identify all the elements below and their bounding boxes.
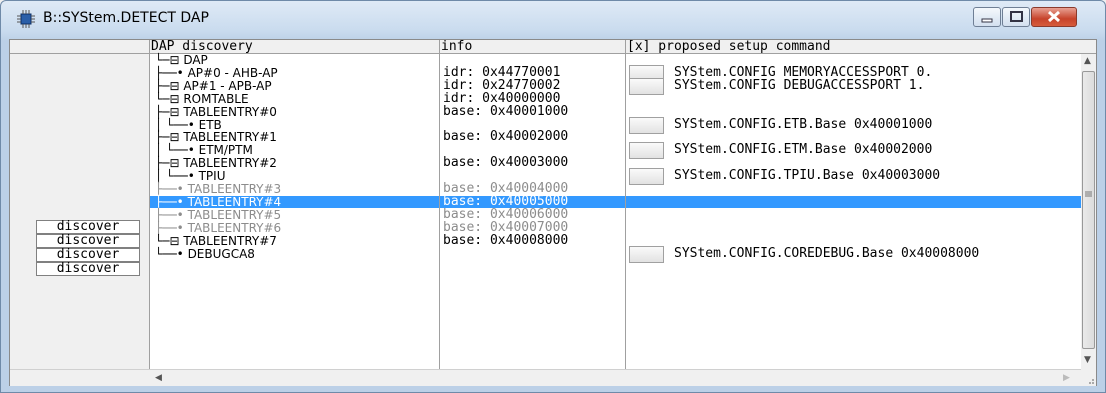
tree-row[interactable]: ├──• TABLEENTRY#5 base: 0x40006000: [149, 208, 1081, 221]
tree-row[interactable]: ├─⊟ TABLEENTRY#1 base: 0x40002000: [149, 129, 1081, 144]
scroll-up-icon[interactable]: ▲: [1084, 57, 1091, 66]
info-cell: base: 0x40003000: [443, 155, 569, 170]
discover-button[interactable]: discover: [36, 248, 140, 262]
vertical-scrollbar[interactable]: ▲ ▼: [1081, 54, 1096, 369]
scroll-down-icon[interactable]: ▼: [1084, 356, 1091, 365]
proposed-command: SYStem.CONFIG.COREDEBUG.Base 0x40008000: [674, 246, 980, 261]
tree-row[interactable]: └──• DEBUGCA8 SYStem.CONFIG.COREDEBUG.Bas…: [149, 246, 1081, 263]
tree-node-label[interactable]: ├─⊟ TABLEENTRY#0: [155, 106, 277, 118]
resize-grip-icon: [1089, 379, 1094, 384]
header-proposed-command[interactable]: [x] proposed setup command: [625, 40, 1081, 54]
minimize-button[interactable]: [973, 7, 1001, 27]
title-bar[interactable]: B::SYStem.DETECT DAP: [1, 1, 1105, 39]
header-info[interactable]: info: [439, 40, 625, 54]
tree-row[interactable]: └─⊟ DAP: [149, 54, 1081, 66]
info-cell: base: 0x40002000: [443, 129, 569, 144]
tree-row[interactable]: ├─⊟ TABLEENTRY#2 base: 0x40003000: [149, 155, 1081, 170]
tree-node-label[interactable]: └─⊟ TABLEENTRY#7: [155, 235, 277, 247]
tree-row[interactable]: ├─⊟ AP#1 - APB-AP idr: 0x24770002 SYStem.C…: [149, 78, 1081, 95]
proposed-command: SYStem.CONFIG DEBUGACCESSPORT 1.: [674, 78, 925, 93]
column-divider: [625, 40, 626, 369]
tree-node-label[interactable]: │ └──• ETM/PTM: [155, 144, 253, 156]
close-icon: [1047, 10, 1061, 23]
column-divider: [149, 40, 150, 369]
discover-panel: discover discover discover discover: [10, 54, 149, 369]
tree-row[interactable]: ├──• AP#0 - AHB-AP idr: 0x44770001 SYStem.…: [149, 65, 1081, 82]
tree-row[interactable]: ├──• TABLEENTRY#3 base: 0x40004000: [149, 182, 1081, 195]
scroll-left-icon[interactable]: ◀: [155, 374, 162, 383]
chip-icon: [17, 10, 35, 28]
minimize-icon: [981, 18, 993, 23]
tree-row[interactable]: │ └──• ETB SYStem.CONFIG.ETB.Base 0x40001…: [149, 117, 1081, 134]
tree-node-label[interactable]: ├──• TABLEENTRY#4: [155, 196, 281, 208]
maximize-button[interactable]: [1002, 7, 1030, 27]
proposed-command: SYStem.CONFIG.ETM.Base 0x40002000: [674, 142, 933, 157]
tree-node-label[interactable]: └─⊟ DAP: [155, 54, 208, 66]
resize-grip[interactable]: [1081, 369, 1096, 386]
discover-button[interactable]: discover: [36, 234, 140, 248]
column-divider: [439, 40, 440, 369]
tree-node-label[interactable]: ├──• TABLEENTRY#6: [155, 222, 281, 234]
info-cell: base: 0x40008000: [443, 233, 569, 248]
tree-node-label[interactable]: ├─⊟ TABLEENTRY#1: [155, 131, 277, 143]
proposed-command: SYStem.CONFIG.ETB.Base 0x40001000: [674, 117, 933, 132]
tree-node-label[interactable]: └──• DEBUGCA8: [155, 248, 255, 260]
tree-node-label[interactable]: ├─⊟ AP#1 - APB-AP: [155, 80, 272, 92]
discover-button[interactable]: discover: [36, 220, 140, 234]
tree-node-label[interactable]: ├──• TABLEENTRY#5: [155, 209, 281, 221]
vertical-scroll-thumb[interactable]: [1082, 71, 1095, 349]
info-cell: base: 0x40001000: [443, 104, 569, 119]
header-dap-discovery[interactable]: DAP discovery: [149, 40, 439, 54]
maximize-icon: [1010, 11, 1023, 22]
header-corner: [1081, 40, 1096, 54]
apply-command-button[interactable]: [629, 246, 664, 263]
window-title: B::SYStem.DETECT DAP: [43, 10, 209, 26]
tree-node-label[interactable]: │ └──• TPIU: [155, 170, 226, 182]
detect-dap-panel: DAP discovery info [x] proposed setup co…: [9, 39, 1097, 386]
horizontal-scrollbar[interactable]: ◀ ▶: [149, 369, 1081, 386]
tree-row[interactable]: ├──• TABLEENTRY#4 base: 0x40005000: [149, 195, 1081, 208]
close-button[interactable]: [1031, 7, 1077, 27]
proposed-command: SYStem.CONFIG.TPIU.Base 0x40003000: [674, 168, 941, 183]
header-blank: [10, 40, 149, 54]
tree-row[interactable]: │ └──• TPIU SYStem.CONFIG.TPIU.Base 0x400…: [149, 168, 1081, 185]
tree-node-label[interactable]: ├──• TABLEENTRY#3: [155, 183, 281, 195]
tree-node-label[interactable]: ├──• AP#0 - AHB-AP: [155, 67, 278, 79]
tree-row[interactable]: │ └──• ETM/PTM SYStem.CONFIG.ETM.Base 0x4…: [149, 142, 1081, 159]
tree-row[interactable]: └─⊟ ROMTABLE idr: 0x40000000: [149, 92, 1081, 105]
tree-node-label[interactable]: ├─⊟ TABLEENTRY#2: [155, 157, 277, 169]
tree-node-label[interactable]: └─⊟ ROMTABLE: [155, 93, 249, 105]
window: B::SYStem.DETECT DAP DAP discovery info …: [0, 0, 1106, 393]
footer-left-blank: [10, 369, 149, 386]
tree-row[interactable]: ├─⊟ TABLEENTRY#0 base: 0x40001000: [149, 104, 1081, 119]
scroll-right-icon[interactable]: ▶: [1063, 374, 1070, 383]
discover-button[interactable]: discover: [36, 262, 140, 276]
grip-icon: [1085, 191, 1092, 197]
tree-row[interactable]: ├──• TABLEENTRY#6 base: 0x40007000: [149, 221, 1081, 234]
